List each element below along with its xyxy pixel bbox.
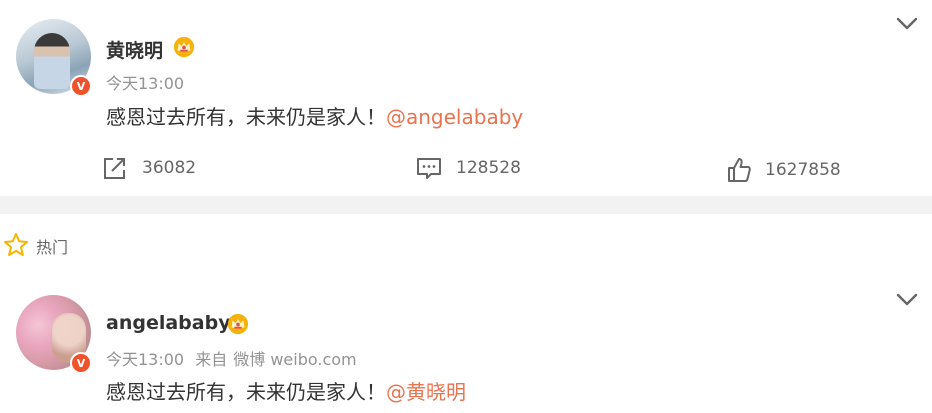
post-text: 感恩过去所有，未来仍是家人！ bbox=[106, 380, 386, 404]
avatar-figure bbox=[34, 33, 70, 89]
post-timestamp[interactable]: 今天13:00 bbox=[106, 70, 184, 94]
mention-link[interactable]: @angelababy bbox=[386, 105, 523, 129]
post-text: 感恩过去所有，未来仍是家人！ bbox=[106, 105, 386, 129]
verified-badge-icon: V bbox=[70, 75, 92, 97]
crown-vip-icon bbox=[227, 313, 249, 335]
post-content: 感恩过去所有，未来仍是家人！@黄晓明 bbox=[106, 376, 466, 405]
hot-section-label: 热门 bbox=[36, 238, 69, 257]
star-icon bbox=[4, 233, 28, 256]
post-timestamp[interactable]: 今天13:00 bbox=[106, 350, 184, 369]
comment-count: 128528 bbox=[456, 158, 521, 178]
repost-icon bbox=[104, 158, 125, 179]
like-button[interactable]: 1627858 bbox=[727, 157, 841, 183]
thumbs-up-icon bbox=[728, 158, 751, 182]
mention-link[interactable]: @黄晓明 bbox=[386, 380, 466, 404]
source-prefix: 来自 bbox=[195, 350, 228, 369]
post-username[interactable]: angelababy bbox=[106, 312, 231, 334]
source-link[interactable]: 微博 weibo.com bbox=[233, 350, 356, 369]
post-username[interactable]: 黄晓明 bbox=[106, 36, 163, 63]
chevron-down-icon[interactable] bbox=[896, 17, 918, 31]
crown-vip-icon bbox=[173, 36, 195, 58]
like-count: 1627858 bbox=[765, 160, 841, 180]
repost-count: 36082 bbox=[142, 158, 197, 178]
post-content: 感恩过去所有，未来仍是家人！@angelababy bbox=[106, 101, 523, 130]
chevron-down-icon[interactable] bbox=[896, 293, 918, 307]
comment-icon bbox=[417, 158, 441, 179]
repost-button[interactable]: 36082 bbox=[102, 155, 196, 181]
verified-badge-icon: V bbox=[70, 352, 92, 374]
post-meta: 今天13:00 来自 微博 weibo.com bbox=[106, 346, 363, 370]
comment-button[interactable]: 128528 bbox=[416, 155, 521, 181]
feed-divider bbox=[0, 196, 932, 214]
